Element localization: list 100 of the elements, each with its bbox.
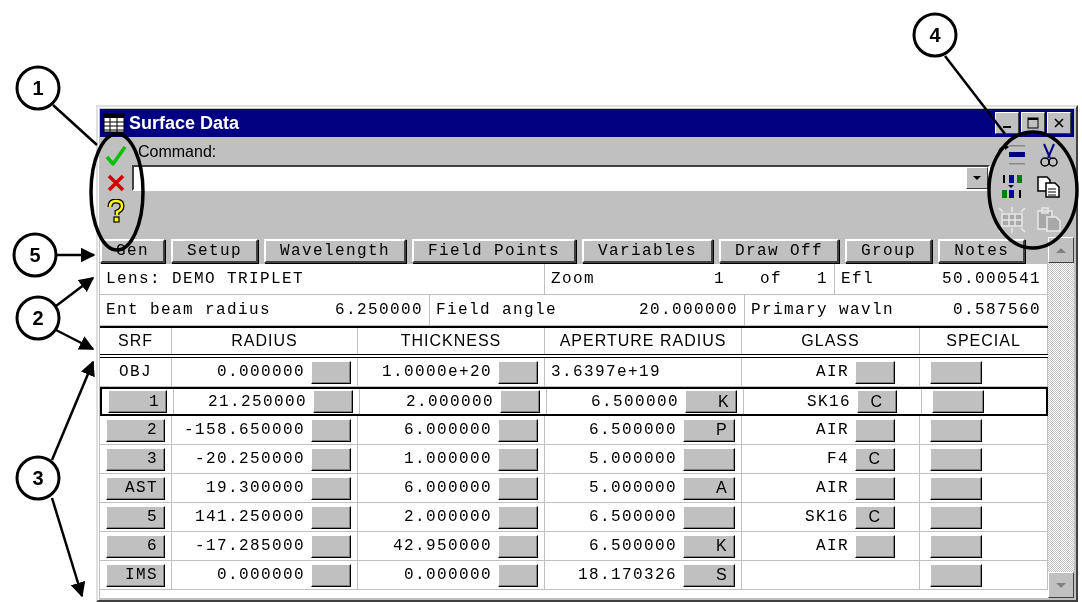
solve-button[interactable] xyxy=(311,360,351,384)
solve-button[interactable]: A xyxy=(683,476,735,500)
info-value: 1 of 1 xyxy=(714,270,828,288)
surface-button[interactable]: IMS xyxy=(106,563,165,587)
table-cell-value: AIR xyxy=(816,421,849,439)
window-title: Surface Data xyxy=(129,112,240,134)
callout-arrow xyxy=(57,247,96,263)
solve-button[interactable] xyxy=(313,390,353,413)
toolbar-button[interactable]: Draw Off xyxy=(719,238,840,263)
info-label: Field angle xyxy=(436,301,558,319)
table-cell-value: AIR xyxy=(816,537,849,555)
surface-button[interactable]: 2 xyxy=(106,418,165,442)
solve-button[interactable] xyxy=(311,447,351,471)
surface-button[interactable]: 5 xyxy=(106,505,165,529)
solve-button[interactable] xyxy=(683,505,735,529)
info-value: 0.587560 xyxy=(953,301,1041,319)
help-icon[interactable] xyxy=(106,199,126,223)
solve-button[interactable] xyxy=(311,563,351,587)
solve-button[interactable] xyxy=(498,476,538,500)
callout-badge: 5 xyxy=(12,232,58,278)
table-cell-value: 6.000000 xyxy=(404,479,492,497)
solve-button[interactable] xyxy=(311,418,351,442)
copy-icon[interactable] xyxy=(1036,175,1062,199)
toolbar-button[interactable]: Notes xyxy=(938,238,1026,263)
table-cell-value: 18.170326 xyxy=(578,566,677,584)
surface-button[interactable]: 6 xyxy=(106,534,165,558)
surface-button[interactable]: AST xyxy=(106,476,165,500)
special-button[interactable] xyxy=(930,534,982,558)
toolbar-button[interactable]: Wavelength xyxy=(264,238,407,263)
toolbar-button[interactable]: Field Points xyxy=(412,238,577,263)
minimize-icon xyxy=(1003,126,1011,128)
column-header: APERTURE RADIUS xyxy=(545,328,742,354)
solve-button[interactable] xyxy=(311,476,351,500)
table-cell-value: 0.000000 xyxy=(404,566,492,584)
solve-button[interactable] xyxy=(498,563,538,587)
solve-button[interactable] xyxy=(855,418,895,442)
surface-button[interactable]: 3 xyxy=(106,447,165,471)
solve-button[interactable] xyxy=(498,360,538,384)
solve-button[interactable] xyxy=(855,476,895,500)
table-cell-value: F4 xyxy=(827,450,849,468)
info-label: Efl xyxy=(841,270,874,288)
leader-line xyxy=(52,104,98,146)
table-cell-value: 141.250000 xyxy=(195,508,305,526)
toolbar-button[interactable]: Group xyxy=(845,238,933,263)
table-row[interactable]: IMS 0.000000 0.000000 18.170326 S xyxy=(100,561,1048,590)
minimize-button[interactable] xyxy=(995,112,1019,134)
toolbar-button[interactable]: Variables xyxy=(582,238,714,263)
table-row[interactable]: OBJ 0.000000 1.0000e+20 3.6397e+19 AIR xyxy=(100,358,1048,387)
toolbar-button[interactable]: Setup xyxy=(171,238,259,263)
solve-button[interactable] xyxy=(498,447,538,471)
solve-button[interactable]: K xyxy=(683,534,735,558)
solve-button[interactable] xyxy=(498,534,538,558)
solve-button[interactable]: S xyxy=(683,563,735,587)
table-cell-value: 0.000000 xyxy=(217,566,305,584)
special-button[interactable] xyxy=(932,390,984,413)
solve-button[interactable]: P xyxy=(683,418,735,442)
table-cell-value: 42.950000 xyxy=(393,537,492,555)
table-cell-value: -158.650000 xyxy=(183,421,305,439)
callout-badge: 4 xyxy=(912,12,958,58)
solve-button[interactable] xyxy=(311,534,351,558)
solve-button[interactable] xyxy=(498,418,538,442)
table-row[interactable]: 3 -20.250000 1.000000 5.000000 F4 C xyxy=(100,445,1048,474)
table-row[interactable]: 1 21.250000 2.000000 6.500000 K SK16 C xyxy=(100,387,1048,416)
table-row[interactable]: 6 -17.285000 42.950000 6.500000 K AIR xyxy=(100,532,1048,561)
special-button[interactable] xyxy=(930,563,982,587)
solve-button[interactable]: C xyxy=(855,447,895,471)
table-row[interactable]: 2 -158.650000 6.000000 6.500000 P AIR xyxy=(100,416,1048,445)
special-button[interactable] xyxy=(930,476,982,500)
solve-button[interactable]: K xyxy=(685,390,737,413)
command-field[interactable] xyxy=(132,165,990,191)
solve-button[interactable] xyxy=(855,534,895,558)
column-header: GLASS xyxy=(742,328,920,354)
info-value: 20.000000 xyxy=(639,301,738,319)
solve-button[interactable] xyxy=(500,390,540,413)
table-cell-value: 21.250000 xyxy=(208,392,307,411)
special-button[interactable] xyxy=(930,360,982,384)
table-cell-value: -17.285000 xyxy=(195,537,305,555)
special-button[interactable] xyxy=(930,418,982,442)
check-icon[interactable] xyxy=(105,145,127,167)
info-label: Primary wavln xyxy=(751,301,895,319)
special-button[interactable] xyxy=(930,447,982,471)
solve-button[interactable]: C xyxy=(855,505,895,529)
solve-button[interactable] xyxy=(311,505,351,529)
info-value: 6.250000 xyxy=(335,301,423,319)
scissors-icon[interactable] xyxy=(1039,141,1059,168)
solve-button[interactable] xyxy=(498,505,538,529)
solve-button[interactable] xyxy=(855,360,895,384)
solve-button[interactable]: C xyxy=(857,390,897,413)
table-row[interactable]: 5 141.250000 2.000000 6.500000 SK16 C xyxy=(100,503,1048,532)
table-row[interactable]: AST 19.300000 6.000000 5.000000 A AIR xyxy=(100,474,1048,503)
close-button[interactable] xyxy=(1047,112,1071,134)
table-cell-value: 5.000000 xyxy=(589,479,677,497)
dropdown-button[interactable] xyxy=(966,167,988,189)
special-button[interactable] xyxy=(930,505,982,529)
table-cell-value: 3.6397e+19 xyxy=(551,363,661,381)
info-value: 50.000541 xyxy=(942,270,1041,288)
solve-button[interactable] xyxy=(683,447,735,471)
close-icon[interactable] xyxy=(106,173,126,193)
surface-button[interactable]: 1 xyxy=(108,390,167,413)
info-label: Ent beam radius xyxy=(106,301,272,319)
